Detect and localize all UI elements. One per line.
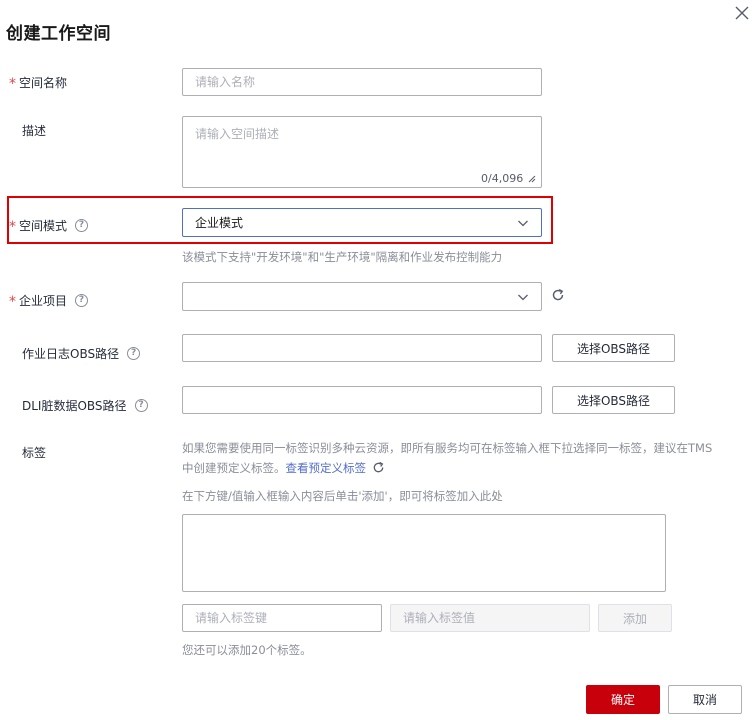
view-predefined-tags-link[interactable]: 查看预定义标签 [286, 461, 367, 475]
space-mode-hint: 该模式下支持"开发环境"和"生产环境"隔离和作业发布控制能力 [182, 250, 503, 264]
select-obs-path-button[interactable]: 选择OBS路径 [552, 386, 675, 414]
refresh-icon[interactable] [372, 461, 385, 474]
job-log-obs-label-text: 作业日志OBS路径 [22, 347, 120, 361]
space-name-label-text: 空间名称 [19, 76, 68, 90]
cancel-button[interactable]: 取消 [668, 685, 742, 714]
select-obs-path-button[interactable]: 选择OBS路径 [552, 334, 675, 362]
tags-description-line1: 如果您需要使用同一标签识别多种云资源，即所有服务均可在标签输入框下拉选择同一标签… [182, 441, 713, 455]
dli-dirty-obs-label-text: DLI脏数据OBS路径 [22, 399, 127, 413]
help-icon[interactable]: ? [127, 347, 141, 360]
tags-description-line2: 中创建预定义标签。 [182, 461, 286, 475]
help-icon[interactable]: ? [75, 219, 89, 232]
tags-description-line2-row: 中创建预定义标签。查看预定义标签 [182, 458, 742, 478]
space-mode-label-text: 空间模式 [19, 219, 68, 233]
dli-dirty-obs-label: DLI脏数据OBS路径 ? [22, 397, 148, 414]
enterprise-project-label-text: 企业项目 [19, 294, 68, 308]
help-icon[interactable]: ? [134, 399, 148, 412]
enterprise-project-select[interactable] [182, 282, 542, 311]
job-log-obs-label: 作业日志OBS路径 ? [22, 345, 141, 362]
confirm-button[interactable]: 确定 [586, 685, 660, 714]
tags-instruction: 在下方键/值输入框输入内容后单击'添加'，即可将标签加入此处 [182, 489, 503, 503]
job-log-obs-input[interactable] [182, 334, 542, 362]
dli-dirty-obs-input[interactable] [182, 386, 542, 414]
help-icon[interactable]: ? [75, 294, 89, 307]
description-counter: 0/4,096 [481, 172, 524, 185]
space-mode-value: 企业模式 [195, 216, 244, 230]
add-tag-button[interactable]: 添加 [598, 604, 672, 632]
tag-key-input[interactable] [182, 604, 382, 632]
description-label: 描述 [22, 124, 47, 138]
resize-handle-icon[interactable] [528, 175, 536, 183]
space-mode-label: * 空间模式 ? [9, 217, 89, 235]
tag-value-input[interactable] [390, 604, 590, 632]
close-icon[interactable] [733, 4, 751, 22]
space-name-input[interactable] [182, 68, 542, 96]
tags-area [182, 514, 666, 592]
chevron-down-icon [518, 294, 528, 301]
space-mode-select[interactable]: 企业模式 [182, 208, 542, 237]
tags-label: 标签 [22, 446, 47, 460]
tags-description: 如果您需要使用同一标签识别多种云资源，即所有服务均可在标签输入框下拉选择同一标签… [182, 438, 742, 478]
required-mark: * [9, 75, 16, 92]
chevron-down-icon [518, 220, 528, 227]
space-name-label: * 空间名称 [9, 74, 67, 91]
tags-remaining: 您还可以添加20个标签。 [182, 643, 312, 657]
enterprise-project-label: * 企业项目 ? [9, 292, 89, 310]
required-mark: * [9, 293, 16, 310]
refresh-icon[interactable] [551, 288, 565, 302]
dialog-title: 创建工作空间 [6, 24, 111, 44]
required-mark: * [9, 218, 16, 235]
